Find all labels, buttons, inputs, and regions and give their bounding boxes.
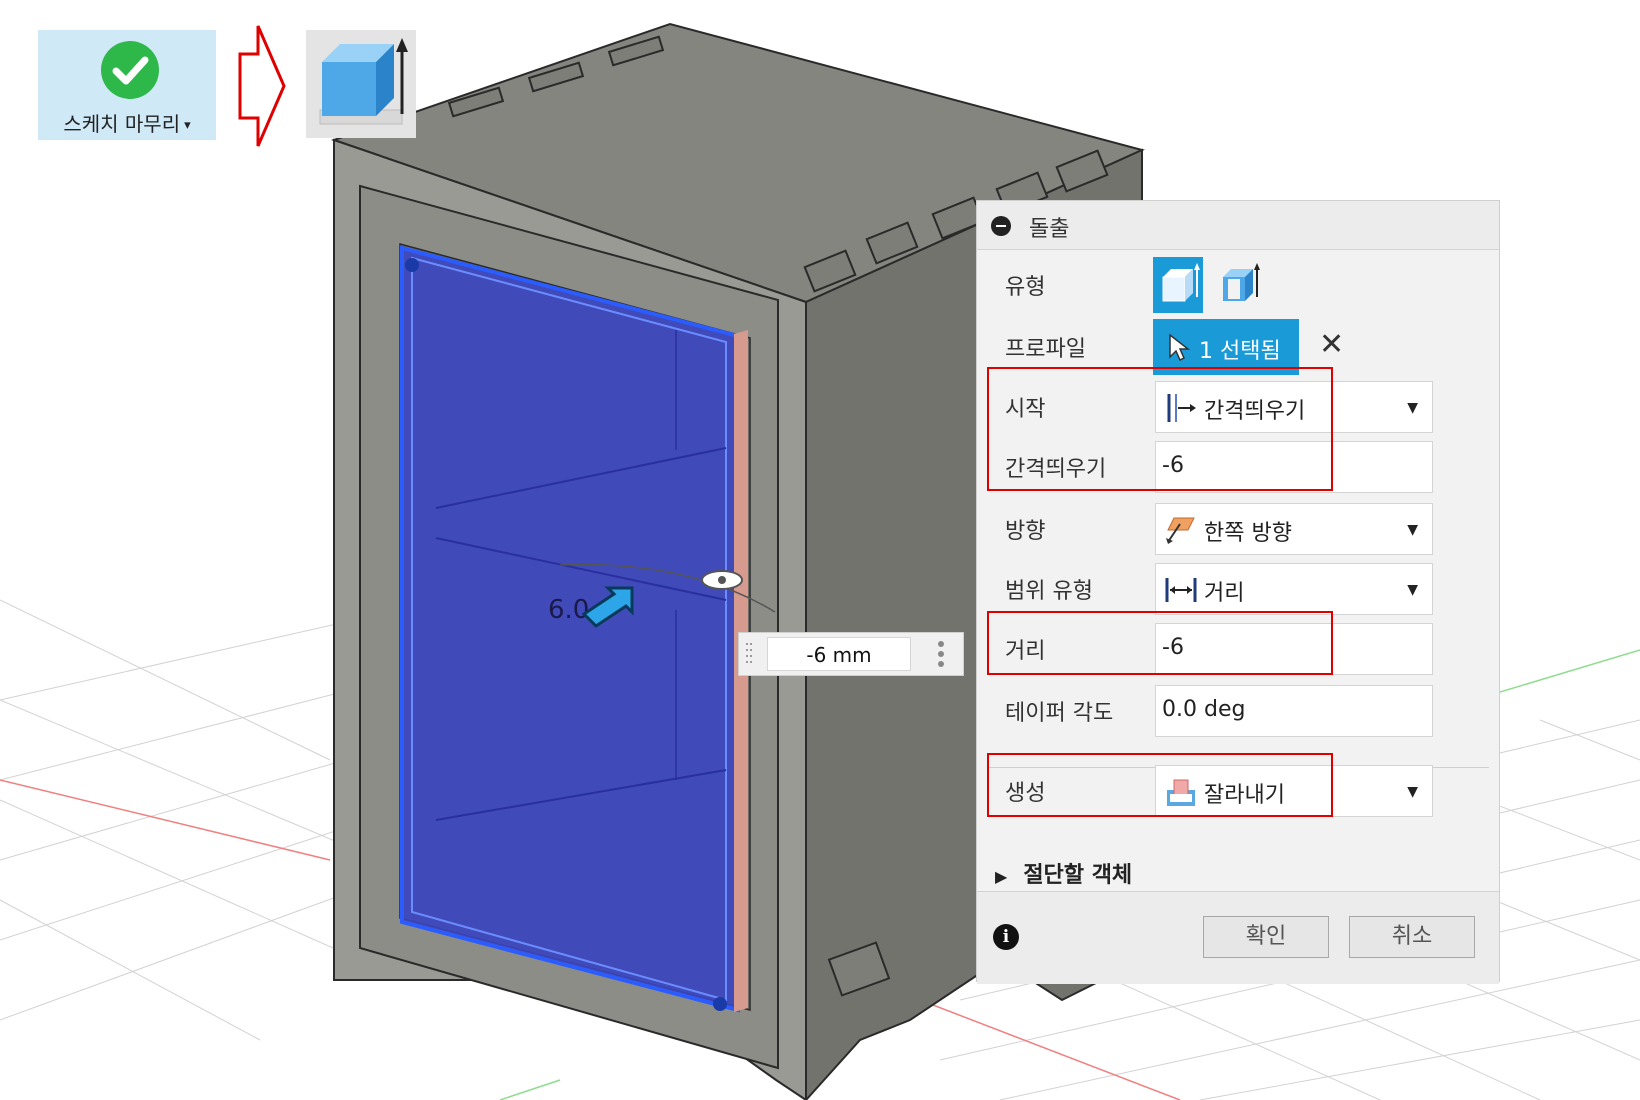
extent-type-label: 범위 유형 [1005,579,1093,604]
info-icon[interactable]: i [993,924,1019,950]
checkmark-icon [101,41,159,99]
taper-angle-field[interactable]: 0.0 deg [1155,685,1433,737]
dropdown-caret-icon[interactable]: ▾ [184,118,191,133]
expand-triangle-icon: ▶ [995,866,1008,886]
chevron-down-icon: ▼ [1407,400,1418,416]
direction-dropdown[interactable]: 한쪽 방향 ▼ [1155,503,1433,555]
dialog-footer: i 확인 취소 [977,891,1499,984]
profile-selection-value: 1 선택됨 [1199,339,1281,364]
highlight-start-offset [987,367,1333,491]
direction-value: 한쪽 방향 [1204,521,1292,546]
ok-button[interactable]: 확인 [1203,916,1329,958]
direction-label: 방향 [1005,519,1046,544]
objects-to-cut-label: 절단할 객체 [1023,863,1133,888]
extrude-icon [319,38,408,125]
chevron-down-icon: ▼ [1407,582,1418,598]
distance-extent-icon [1165,578,1197,602]
thin-extrude-icon [1223,263,1260,301]
extrude-type-solid-button[interactable] [1153,257,1203,313]
dialog-header: 돌출 [977,201,1499,250]
extent-type-value: 거리 [1204,581,1245,606]
collapse-icon[interactable] [991,216,1011,236]
extrude-dialog: 돌출 유형 프로파일 1 선택됨 ✕ 시작 간격띄우기 ▼ 간격띄우기 -6 방… [976,200,1500,984]
extent-type-dropdown[interactable]: 거리 ▼ [1155,563,1433,615]
finish-sketch-label: 스케치 마무리 ▾ [63,112,191,136]
taper-angle-label: 테이퍼 각도 [1005,701,1114,726]
extrude-tool-button[interactable] [306,30,416,138]
highlight-operation [987,753,1333,817]
profile-label: 프로파일 [1005,337,1086,362]
selected-profile[interactable] [400,245,748,1013]
highlight-distance [987,611,1333,675]
chevron-down-icon: ▼ [1407,784,1418,800]
drag-handle-icon[interactable] [745,641,753,669]
dialog-title: 돌출 [1029,217,1070,242]
clear-selection-icon[interactable]: ✕ [1319,325,1344,365]
one-side-direction-icon [1166,517,1195,544]
more-options-icon[interactable] [935,641,947,671]
finish-sketch-button[interactable]: 스케치 마무리 ▾ [38,30,216,140]
solid-extrude-icon [1162,263,1200,302]
cancel-button[interactable]: 취소 [1349,916,1475,958]
canvas-dim-label: 6.0 [548,595,589,625]
chevron-down-icon: ▼ [1407,522,1418,538]
distance-input-box[interactable]: -6 mm [738,632,964,676]
extrude-type-thin-button[interactable] [1213,257,1263,313]
flow-arrow-icon [238,25,286,147]
type-label: 유형 [1005,275,1046,300]
distance-input[interactable]: -6 mm [767,637,911,671]
cursor-pointer-icon [1169,333,1191,361]
objects-to-cut-expander[interactable]: ▶ 절단할 객체 [995,857,1132,889]
taper-angle-value[interactable]: 0.0 deg [1162,697,1245,722]
